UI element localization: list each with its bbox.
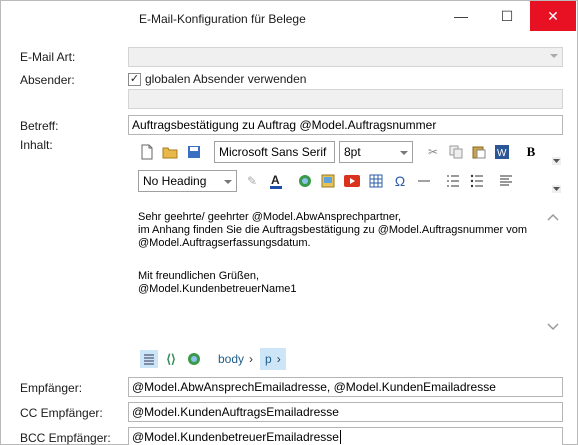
text-cursor [339,430,341,444]
editor-line: @Model.Auftragserfassungsdatum. [138,237,311,249]
open-folder-icon[interactable] [161,143,179,161]
global-sender-checkbox[interactable]: ✓ [128,73,141,86]
video-icon[interactable] [343,172,361,190]
global-sender-label: globalen Absender verwenden [145,72,307,86]
absender-field[interactable] [128,89,563,109]
heading-value: No Heading [143,174,207,188]
scroll-up-icon[interactable] [547,209,559,224]
heading-select[interactable]: No Heading [138,170,237,192]
chevron-right-icon: › [276,352,281,366]
font-color-icon[interactable]: A [267,172,285,190]
paste-icon[interactable] [470,143,488,161]
svg-text:W: W [497,148,507,159]
chevron-down-icon [224,180,232,184]
bold-icon[interactable]: B [522,143,540,161]
bcc-field[interactable]: @Model.KundenbetreuerEmailadresse [128,427,563,445]
betreff-field[interactable]: Auftragsbestätigung zu Auftrag @Model.Au… [128,115,563,135]
copy-icon[interactable] [447,143,465,161]
minimize-button[interactable]: — [438,1,484,31]
font-family-select[interactable]: Microsoft Sans Serif [214,141,335,163]
cc-label: CC Empfänger: [20,406,103,420]
editor-line: im Anhang finden Sie die Auftragsbestäti… [138,224,528,236]
chevron-right-icon: › [249,352,254,366]
emailart-label: E-Mail Art: [20,50,76,64]
breadcrumb: body › [218,348,253,370]
close-icon: ✕ [547,7,559,24]
bullet-list-icon[interactable] [468,172,486,190]
inhalt-label: Inhalt: [20,138,53,152]
absender-label: Absender: [20,73,75,87]
table-icon[interactable] [367,172,385,190]
maximize-icon: ☐ [500,7,514,24]
bcc-label: BCC Empfänger: [20,431,111,445]
clear-format-icon[interactable]: ✎ [243,172,261,190]
link-icon[interactable] [296,172,314,190]
editor-line: Mit freundlichen Grüßen, [138,270,260,282]
emailart-combobox[interactable] [128,47,563,67]
dialog-window: E-Mail-Konfiguration für Belege — ☐ ✕ E-… [0,0,578,445]
font-size-value: 8pt [344,145,361,159]
source-view-icon[interactable]: ⟨⟩ [162,350,180,368]
svg-text:A: A [271,173,280,187]
design-view-icon[interactable] [140,350,158,368]
cc-value: @Model.KundenAuftragsEmailadresse [132,405,339,419]
close-button[interactable]: ✕ [530,1,576,31]
editor-line: @Model.KundenbetreuerName1 [138,283,297,295]
empfaenger-field[interactable]: @Model.AbwAnsprechEmailadresse, @Model.K… [128,377,563,397]
minimize-icon: — [454,8,468,24]
horizontal-line-icon[interactable] [415,172,433,190]
title-bar: E-Mail-Konfiguration für Belege — ☐ ✕ [1,1,577,33]
empfaenger-value: @Model.AbwAnsprechEmailadresse, @Model.K… [132,380,496,394]
image-icon[interactable] [319,172,337,190]
breadcrumb-p-label: p [265,352,272,366]
toolbar-dropdown-icon[interactable] [552,185,561,193]
preview-icon[interactable] [185,350,203,368]
cc-field[interactable]: @Model.KundenAuftragsEmailadresse [128,402,563,422]
align-icon[interactable] [497,172,515,190]
toolbar-dropdown-icon[interactable] [552,157,561,165]
editor-line: Sehr geehrte/ geehrter @Model.AbwAnsprec… [138,211,402,223]
cut-icon[interactable]: ✂ [424,143,442,161]
breadcrumb-body[interactable]: body [218,352,244,366]
breadcrumb-p[interactable]: p › [260,348,286,370]
special-char-icon[interactable]: Ω [391,172,409,190]
chevron-down-icon [400,151,408,155]
word-icon[interactable]: W [493,143,511,161]
font-size-select[interactable]: 8pt [339,141,413,163]
font-family-value: Microsoft Sans Serif [219,145,327,159]
maximize-button[interactable]: ☐ [484,1,530,31]
new-document-icon[interactable] [138,143,156,161]
content-editor[interactable]: Sehr geehrte/ geehrter @Model.AbwAnsprec… [128,199,563,339]
window-title: E-Mail-Konfiguration für Belege [139,12,306,26]
betreff-value: Auftragsbestätigung zu Auftrag @Model.Au… [132,118,437,132]
scroll-down-icon[interactable] [547,319,559,334]
bcc-value: @Model.KundenbetreuerEmailadresse [132,430,339,444]
save-icon[interactable] [185,143,203,161]
betreff-label: Betreff: [20,119,59,133]
chevron-down-icon [550,54,558,58]
numbered-list-icon[interactable] [444,172,462,190]
empfaenger-label: Empfänger: [20,381,83,395]
